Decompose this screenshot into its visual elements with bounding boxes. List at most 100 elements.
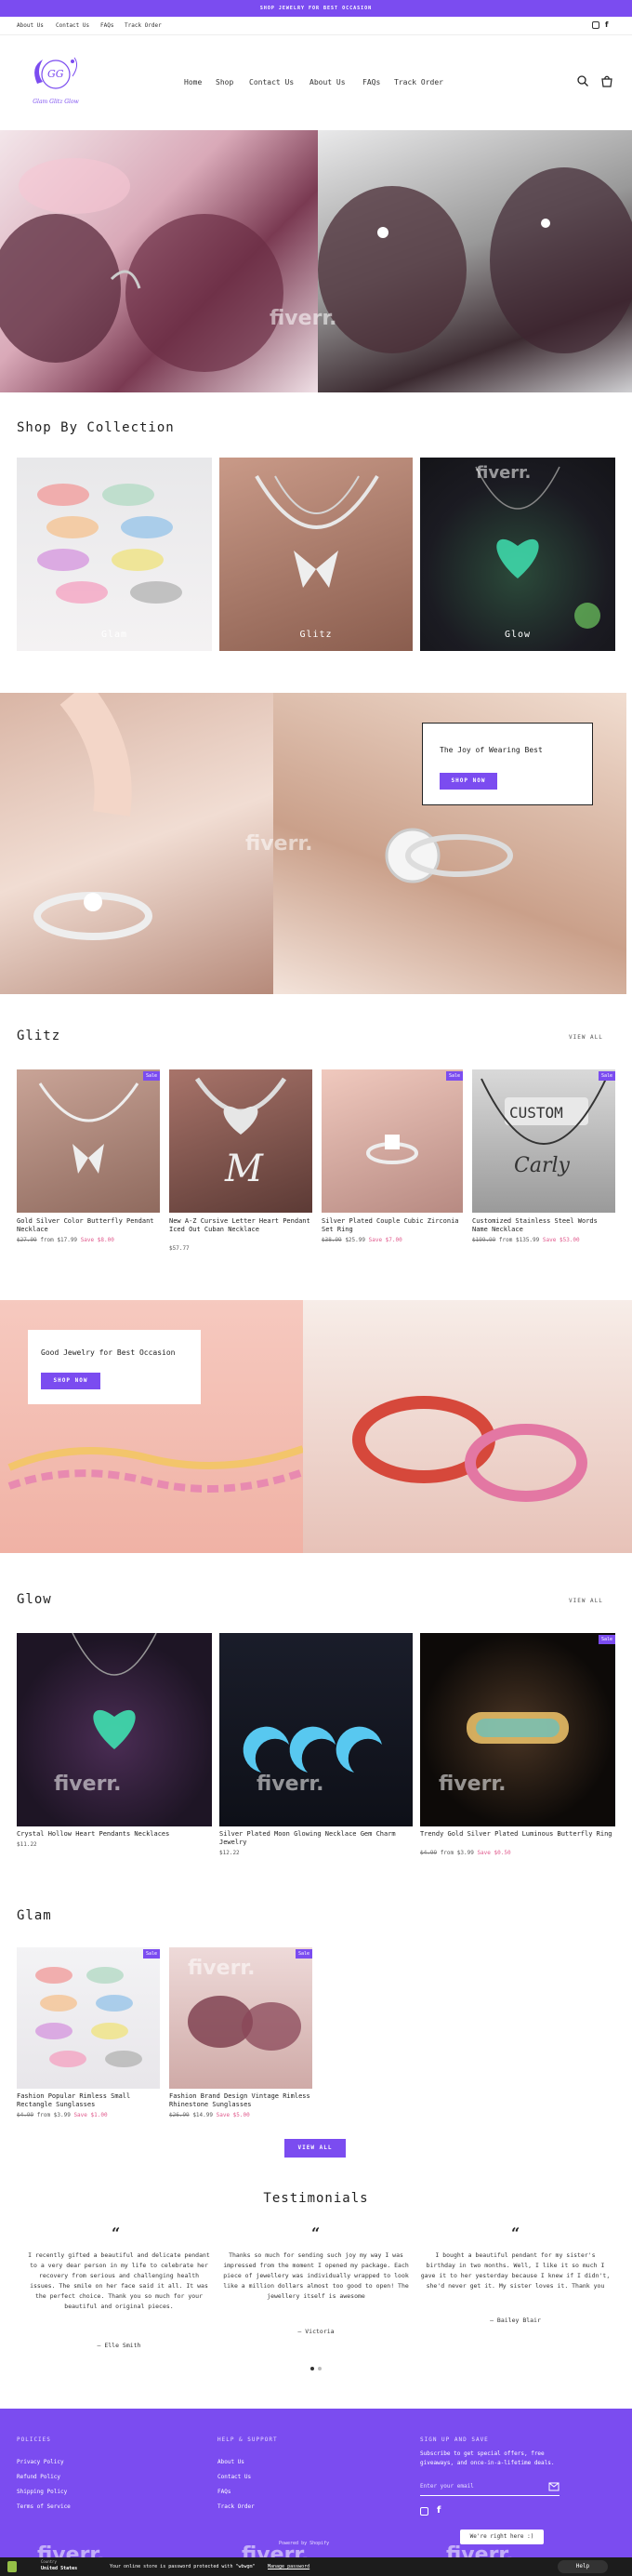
search-icon[interactable] [576, 74, 589, 87]
instagram-icon[interactable] [592, 21, 599, 29]
product-price: $4.99 from $3.99 Save $1.00 [17, 2112, 108, 2118]
collection-card-glam[interactable]: Glam [17, 458, 212, 651]
product-image[interactable]: Sale [17, 1069, 160, 1213]
cart-icon[interactable] [600, 74, 613, 87]
country-selector[interactable]: United States [41, 2566, 77, 2571]
promo2-shop-now-button[interactable]: SHOP NOW [41, 1373, 100, 1389]
collection-label-glam: Glam [100, 630, 128, 640]
svg-text:Carly: Carly [514, 1154, 571, 1177]
testimonial-author: — Elle Smith [97, 2342, 141, 2349]
product-image[interactable]: fiverr. [219, 1633, 413, 1826]
product-title[interactable]: Gold Silver Color Butterfly Pendant Neck… [17, 1217, 160, 1234]
testimonial-text: Thanks so much for sending such joy my w… [223, 2251, 409, 2300]
mail-submit-icon[interactable] [548, 2482, 560, 2491]
product-title[interactable]: Silver Plated Moon Glowing Necklace Gem … [219, 1830, 413, 1847]
product-image[interactable]: Sale fiverr. [420, 1633, 615, 1826]
product-image[interactable]: CUSTOM Carly Sale [472, 1069, 615, 1213]
help-button[interactable]: Help [558, 2560, 608, 2573]
product-title[interactable]: Customized Stainless Steel Words Name Ne… [472, 1217, 615, 1234]
svg-text:M: M [224, 1148, 264, 1190]
product-title[interactable]: Trendy Gold Silver Plated Luminous Butte… [420, 1830, 615, 1839]
product-image[interactable]: Sale fiverr. [169, 1947, 312, 2089]
testimonial-author: — Bailey Blair [490, 2317, 541, 2324]
top-nav: About Us Contact Us FAQs Track Order f [0, 17, 632, 35]
product-price: $27.99 from $17.99 Save $8.00 [17, 1237, 114, 1243]
fiverr-chat-badge[interactable]: We're right here :) [460, 2530, 544, 2544]
footer-link[interactable]: FAQs [217, 2489, 230, 2495]
glitz-necklace-image [255, 474, 379, 588]
product-title[interactable]: Crystal Hollow Heart Pendants Necklaces [17, 1830, 212, 1839]
watermark: fiverr. [476, 463, 532, 483]
footer-link[interactable]: Privacy Policy [17, 2459, 64, 2465]
collection-label-glitz: Glitz [299, 630, 333, 640]
product-title[interactable]: Fashion Brand Design Vintage Rimless Rhi… [169, 2092, 318, 2109]
footer-link[interactable]: Track Order [217, 2503, 255, 2510]
instagram-icon[interactable] [420, 2507, 428, 2516]
watermark: fiverr. [54, 1773, 122, 1796]
glitz-view-all-link[interactable]: VIEW ALL [569, 1034, 603, 1041]
carousel-dot[interactable] [318, 2367, 322, 2370]
topnav-about[interactable]: About Us [17, 22, 44, 29]
glitz-title: Glitz [17, 1029, 61, 1043]
footer-link[interactable]: Contact Us [217, 2474, 251, 2480]
glam-sunglasses-image [37, 484, 182, 604]
footer-link[interactable]: Shipping Policy [17, 2489, 67, 2495]
topnav-contact[interactable]: Contact Us [56, 22, 89, 29]
nav-contact[interactable]: Contact Us [249, 78, 294, 86]
sale-badge: Sale [142, 1949, 160, 1959]
product-image[interactable]: Sale [17, 1947, 160, 2089]
product-title[interactable]: Fashion Popular Rimless Small Rectangle … [17, 2092, 165, 2109]
watermark: fiverr. [257, 1773, 324, 1796]
password-bar: Country United States Your online store … [0, 2557, 632, 2576]
nav-track[interactable]: Track Order [394, 78, 443, 86]
logo-monogram: GG [47, 68, 64, 80]
promo1-image-left [0, 681, 273, 994]
announcement-bar: SHOP JEWELRY FOR BEST OCCASION [0, 0, 632, 17]
carousel-dot-active[interactable] [310, 2367, 314, 2370]
sale-badge: Sale [598, 1635, 615, 1644]
hero-image-left [0, 130, 318, 392]
nav-shop[interactable]: Shop [216, 78, 233, 86]
glow-title: Glow [17, 1592, 52, 1607]
testimonials-title: Testimonials [263, 2191, 369, 2206]
facebook-icon[interactable]: f [605, 20, 608, 29]
product-title[interactable]: Silver Plated Couple Cubic Zirconia Set … [322, 1217, 465, 1234]
product-title[interactable]: New A-Z Cursive Letter Heart Pendant Ice… [169, 1217, 312, 1234]
promo2-image-right [303, 1300, 632, 1553]
product-price: $199.99 from $135.99 Save $53.00 [472, 1237, 580, 1243]
glow-view-all-link[interactable]: VIEW ALL [569, 1598, 603, 1604]
footer-signup-title: SIGN UP AND SAVE [420, 2437, 489, 2443]
password-notice: Your online store is password protected … [110, 2564, 256, 2569]
product-price: $26.99 $14.99 Save $5.00 [169, 2112, 250, 2118]
footer-link[interactable]: Terms of Service [17, 2503, 71, 2510]
email-field[interactable]: Enter your email [420, 2479, 560, 2496]
site-header: GG Glam Glitz Glow Home Shop Contact Us … [0, 37, 632, 130]
svg-text:CUSTOM: CUSTOM [509, 1104, 563, 1122]
hero-banner[interactable]: fiverr. [0, 130, 632, 392]
collection-card-glitz[interactable]: Glitz [219, 458, 413, 651]
product-image[interactable]: M [169, 1069, 312, 1213]
footer-link[interactable]: Refund Policy [17, 2474, 60, 2480]
logo-mark [34, 57, 78, 89]
footer-policies-title: POLICIES [17, 2437, 51, 2443]
promo1-shop-now-button[interactable]: SHOP NOW [440, 773, 497, 790]
nav-faqs[interactable]: FAQs [362, 78, 380, 86]
nav-about[interactable]: About Us [309, 78, 346, 86]
view-all-button[interactable]: VIEW ALL [284, 2139, 346, 2158]
manage-password-link[interactable]: Manage password [268, 2564, 309, 2569]
footer-link[interactable]: About Us [217, 2459, 244, 2465]
glow-pendant-image [475, 466, 600, 629]
logo[interactable]: GG Glam Glitz Glow [19, 48, 93, 115]
facebook-icon[interactable]: f [437, 2505, 441, 2516]
sale-badge: Sale [598, 1071, 615, 1081]
nav-home[interactable]: Home [184, 78, 202, 86]
collection-title: Shop By Collection [17, 420, 175, 435]
footer: POLICIES Privacy Policy Refund Policy Sh… [0, 2409, 632, 2576]
promo2-card: Good Jewelry for Best Occasion SHOP NOW [28, 1330, 201, 1404]
topnav-faqs[interactable]: FAQs [100, 22, 113, 29]
product-image[interactable]: fiverr. [17, 1633, 212, 1826]
collection-card-glow[interactable]: fiverr. Glow [420, 458, 615, 651]
topnav-track[interactable]: Track Order [125, 22, 162, 29]
product-image[interactable]: Sale [322, 1069, 463, 1213]
glam-title: Glam [17, 1908, 52, 1923]
